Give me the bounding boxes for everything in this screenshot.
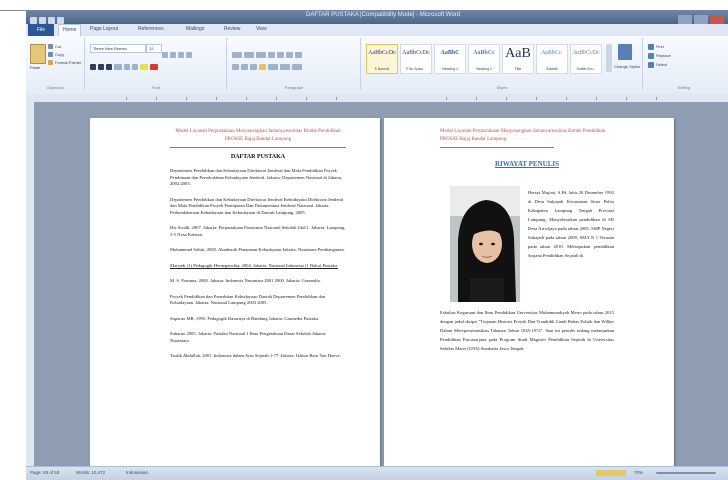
list-buttons[interactable] <box>232 45 304 58</box>
maximize-icon[interactable] <box>694 15 708 24</box>
clipboard-label: Clipboard <box>46 85 64 90</box>
font-name-select[interactable]: Times New Roman <box>90 44 146 53</box>
reference-item: Taufik Abdullah, 2001. Indonesia dalam A… <box>170 353 341 358</box>
style-heading-2[interactable]: AaBbCc Heading 2 <box>468 44 500 74</box>
tab-mailings[interactable]: Mailings <box>186 26 204 32</box>
close-icon[interactable] <box>710 15 724 24</box>
language-indicator[interactable]: Indonesian <box>126 470 148 475</box>
tab-page-layout[interactable]: Page Layout <box>90 26 118 32</box>
reference-item: M. S. Pratama, 2000. Jakarta: Indonesia … <box>170 278 321 283</box>
replace-button[interactable]: Replace <box>656 53 671 58</box>
minimize-icon[interactable] <box>678 15 692 24</box>
quick-access-toolbar[interactable] <box>30 11 70 24</box>
tab-home[interactable]: Home <box>58 24 82 36</box>
font-size-select[interactable]: 12 <box>146 44 162 53</box>
editing-group: Find Replace Select Editing <box>644 38 724 90</box>
find-icon[interactable] <box>648 44 654 50</box>
change-styles-button[interactable]: Change Styles <box>614 64 640 69</box>
bold-icon[interactable] <box>90 64 96 70</box>
tab-view[interactable]: View <box>256 26 267 32</box>
left-edge-line <box>0 10 26 11</box>
style-heading-1[interactable]: AaBbC Heading 1 <box>434 44 466 74</box>
find-button[interactable]: Find <box>656 44 664 49</box>
style-no-spacing[interactable]: AaBbCcDc ¶ No Spaci... <box>400 44 432 74</box>
font-label: Font <box>151 85 160 90</box>
window-title: DAFTAR PUSTAKA [Compatibility Mode] - Mi… <box>306 12 461 18</box>
highlight-icon[interactable] <box>140 64 148 70</box>
change-styles-icon[interactable] <box>618 44 632 60</box>
document-workspace: Model Layanan Perpustakaan Menyenangkan … <box>34 102 728 466</box>
paste-button[interactable]: Paste <box>30 65 40 70</box>
paste-icon[interactable] <box>30 44 46 64</box>
cut-button[interactable]: Cut <box>55 44 61 49</box>
page-daftar-pustaka[interactable]: Model Layanan Perpustakaan Menyenangkan … <box>90 118 380 466</box>
page-title: DAFTAR PUSTAKA <box>230 154 286 160</box>
header-divider <box>440 147 554 148</box>
style-subtle-emphasis[interactable]: AaBbCcDc Subtle Em... <box>570 44 602 74</box>
styles-more-icon[interactable] <box>606 44 612 72</box>
alignment-buttons[interactable] <box>232 57 304 70</box>
reference-item: Proyek Pendidikan dan Penerbitan Kebuday… <box>170 293 326 306</box>
style-title[interactable]: AaB Title <box>502 44 534 74</box>
bio-paragraph-1: Heriza Mujiati, S.Pd, lahir 20 Desember … <box>528 190 614 258</box>
cut-icon[interactable] <box>48 44 53 49</box>
title-bar: DAFTAR PUSTAKA [Compatibility Mode] - Mi… <box>26 10 728 24</box>
reference-item: Suparno MR, 1995. Pedagogik Dasarnya di … <box>170 315 320 321</box>
page-header: Model Layanan Perpustakaan Menyenangkan … <box>175 129 341 142</box>
underline-icon[interactable] <box>106 64 112 70</box>
zoom-level[interactable]: 70% <box>634 470 643 475</box>
reference-item: Hiz Swalk, 2007. Jakarta: Perpustakaan P… <box>170 225 346 237</box>
editing-label: Editing <box>677 85 691 90</box>
reference-list: Departemen Pendidikan dan Kebudayaan Dir… <box>170 168 346 360</box>
page-header: Model Layanan Perpustakaan Menyenangkan … <box>440 129 606 142</box>
styles-group: AaBbCcDc ¶ Normal AaBbCcDc ¶ No Spaci... A… <box>362 38 643 90</box>
select-icon[interactable] <box>648 62 654 68</box>
author-photo-image <box>450 186 520 302</box>
reference-item: Departemen Pendidikan dan Kebudayaan Dir… <box>170 168 343 186</box>
word-count[interactable]: Words: 10,472 <box>76 470 105 475</box>
italic-icon[interactable] <box>98 64 104 70</box>
page-title: RIWAYAT PENULIS <box>495 160 559 168</box>
copy-button[interactable]: Copy <box>55 52 64 57</box>
select-button[interactable]: Select <box>656 62 667 67</box>
font-color-icon[interactable] <box>150 64 158 70</box>
paragraph-group: Paragraph <box>228 38 361 90</box>
font-size-buttons[interactable] <box>162 45 194 58</box>
copy-icon[interactable] <box>48 52 53 57</box>
style-subtitle[interactable]: AaBbCc. Subtitle <box>536 44 568 74</box>
tab-references[interactable]: References <box>138 26 164 32</box>
header-divider <box>170 147 346 148</box>
bio-paragraph-2: Fakultas Keguruan dan Ilmu Pendidikan Un… <box>440 310 614 351</box>
format-painter-icon[interactable] <box>48 60 53 65</box>
styles-label: Styles <box>496 85 508 90</box>
reference-item: Muhammad Sobiri, 2005. Akademik Penamaan… <box>170 247 345 252</box>
page-count[interactable]: Page: 48 of 53 <box>30 470 59 475</box>
reference-item: Departemen Pendidikan dan Kebudayaan Dir… <box>170 196 344 215</box>
reference-item: Suharno 2005. Jakarta: Pustaka Nasional … <box>170 331 327 343</box>
zoom-slider[interactable] <box>656 472 716 474</box>
page-riwayat-penulis[interactable]: Model Layanan Perpustakaan Menyenangkan … <box>384 118 674 466</box>
author-photo <box>450 186 520 302</box>
replace-icon[interactable] <box>648 53 654 59</box>
font-group: Times New Roman 12 Font <box>86 38 227 90</box>
status-bar: Page: 48 of 53 Words: 10,472 Indonesian … <box>26 466 728 480</box>
ribbon: Paste Cut Copy Format Painter Clipboard … <box>26 36 728 95</box>
view-buttons[interactable] <box>596 470 626 476</box>
reference-item: Maryadi (1) Pedagogik Hermaprodita, 2004… <box>170 262 339 268</box>
format-painter-button[interactable]: Format Painter <box>55 60 81 65</box>
tab-review[interactable]: Review <box>224 26 240 32</box>
font-format-buttons[interactable] <box>90 57 160 70</box>
style-normal[interactable]: AaBbCcDc ¶ Normal <box>366 44 398 74</box>
tab-file[interactable]: File <box>28 24 54 36</box>
clipboard-group: Paste Cut Copy Format Painter Clipboard <box>26 38 85 90</box>
paragraph-label: Paragraph <box>284 85 304 90</box>
